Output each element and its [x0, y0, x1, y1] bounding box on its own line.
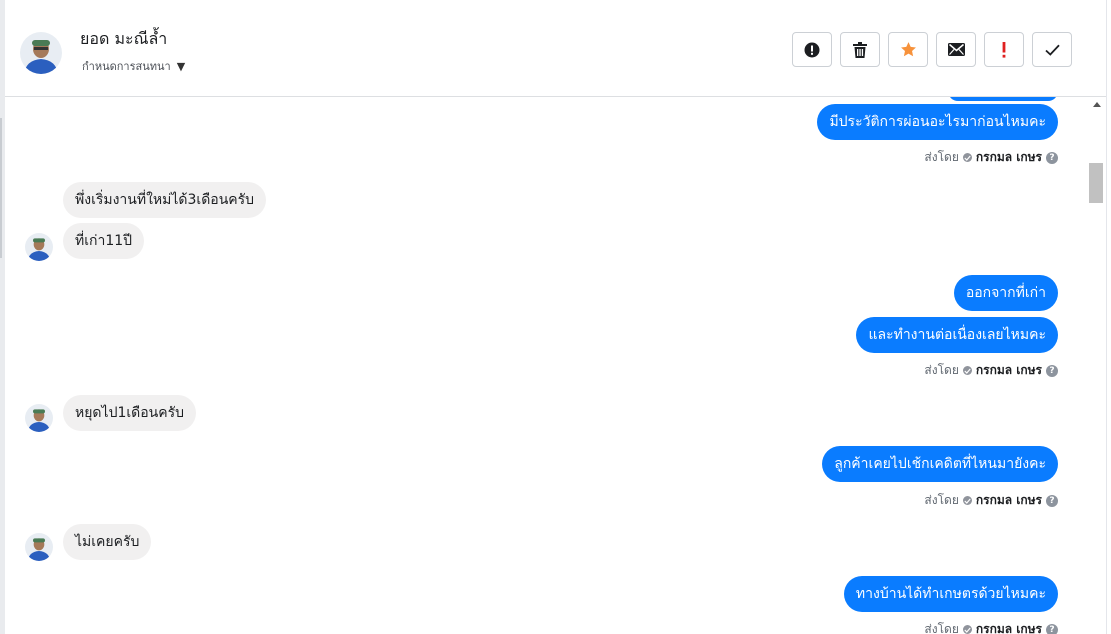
message-row: ที่เก่า11ปี [63, 223, 145, 259]
contact-avatar-small[interactable] [25, 533, 53, 561]
incoming-message-bubble[interactable]: ไม่เคยครับ [63, 524, 152, 560]
verified-check-icon [962, 366, 972, 375]
follow-up-button[interactable] [984, 32, 1024, 67]
outgoing-message-bubble[interactable]: ออกจากที่เก่า [953, 275, 1058, 311]
sent-by-prefix: ส่งโดย [924, 493, 959, 507]
message-row: ออกจากที่เก่า [953, 275, 1058, 311]
star-button[interactable] [888, 32, 928, 67]
conversation-toolbar [792, 32, 1072, 67]
sent-by-prefix: ส่งโดย [924, 622, 959, 634]
message-row: ทางบ้านได้ทำเกษตรด้วยไหมคะ [843, 576, 1058, 612]
help-icon[interactable]: ? [1046, 151, 1058, 164]
right-panel-edge [1106, 0, 1111, 634]
help-icon[interactable]: ? [1046, 364, 1058, 377]
outgoing-message-bubble[interactable]: มีประวัติการผ่อนอะไรมาก่อนไหมคะ [817, 104, 1058, 140]
message-thread: มีประวัติการผ่อนอะไรมาก่อนไหมคะ ส่งโดย ก… [5, 97, 1087, 634]
agent-name: กรกมล เกษร [975, 493, 1042, 507]
contact-name: ยอด มะณีล้ำ [80, 29, 168, 48]
outgoing-message-bubble[interactable]: ทางบ้านได้ทำเกษตรด้วยไหมคะ [843, 576, 1058, 612]
agent-name: กรกมล เกษร [975, 150, 1042, 164]
agent-name: กรกมล เกษร [975, 622, 1042, 634]
star-icon [900, 42, 916, 57]
verified-check-icon [962, 625, 972, 634]
incoming-message-bubble[interactable]: ที่เก่า11ปี [63, 223, 145, 259]
agent-name: กรกมล เกษร [975, 363, 1042, 377]
sent-by-label: ส่งโดย กรกมล เกษร ? [924, 491, 1058, 510]
caret-down-icon: ▼ [176, 59, 186, 73]
scrollbar-thumb[interactable] [1089, 163, 1103, 203]
previous-message-bubble-fragment [948, 97, 1058, 101]
help-icon[interactable]: ? [1046, 623, 1058, 634]
message-row: และทำงานต่อเนื่องเลยไหมคะ [856, 317, 1058, 353]
incoming-message-bubble[interactable]: หยุดไป1เดือนครับ [63, 395, 196, 431]
trash-icon [853, 41, 867, 58]
mark-unread-button[interactable] [936, 32, 976, 67]
message-row: มีประวัติการผ่อนอะไรมาก่อนไหมคะ [817, 104, 1058, 140]
sent-by-label: ส่งโดย กรกมล เกษร ? [924, 148, 1058, 167]
sent-by-prefix: ส่งโดย [924, 150, 959, 164]
scroll-up-arrow-icon[interactable] [1093, 102, 1101, 107]
sent-by-label: ส่งโดย กรกมล เกษร ? [924, 361, 1058, 380]
alert-circle-icon [804, 42, 820, 57]
outgoing-message-bubble[interactable]: และทำงานต่อเนื่องเลยไหมคะ [856, 317, 1058, 353]
sent-by-label: ส่งโดย กรกมล เกษร ? [924, 620, 1058, 634]
message-row: ไม่เคยครับ [63, 524, 152, 560]
sent-by-prefix: ส่งโดย [924, 363, 959, 377]
incoming-message-bubble[interactable]: พึ่งเริ่มงานที่ใหม่ได้3เดือนครับ [63, 182, 267, 218]
checkmark-icon [1044, 44, 1060, 56]
conversation-settings-dropdown[interactable]: กำหนดการสนทนา ▼ [82, 57, 185, 75]
outgoing-message-bubble[interactable]: ลูกค้าเคยไปเช้กเคดิตที่ไหนมายังคะ [822, 446, 1058, 482]
exclamation-icon [1002, 41, 1006, 58]
spam-button[interactable] [792, 32, 832, 67]
message-row: พึ่งเริ่มงานที่ใหม่ได้3เดือนครับ [63, 182, 267, 218]
messenger-conversation-window: ยอด มะณีล้ำ กำหนดการสนทนา ▼ มีประวัติการ… [0, 0, 1111, 634]
delete-button[interactable] [840, 32, 880, 67]
contact-avatar-small[interactable] [25, 404, 53, 432]
done-button[interactable] [1032, 32, 1072, 67]
message-row: หยุดไป1เดือนครับ [63, 395, 196, 431]
help-icon[interactable]: ? [1046, 494, 1058, 507]
message-thread-scrollbar[interactable] [1088, 97, 1106, 634]
left-panel-scroll-mark [0, 118, 2, 258]
message-row: ลูกค้าเคยไปเช้กเคดิตที่ไหนมายังคะ [822, 446, 1058, 482]
contact-avatar-small[interactable] [25, 233, 53, 261]
verified-check-icon [962, 496, 972, 505]
envelope-icon [947, 43, 965, 56]
conversation-settings-label: กำหนดการสนทนา [82, 60, 171, 73]
verified-check-icon [962, 153, 972, 162]
contact-avatar[interactable] [20, 32, 62, 74]
conversation-header: ยอด มะณีล้ำ กำหนดการสนทนา ▼ [5, 0, 1106, 97]
